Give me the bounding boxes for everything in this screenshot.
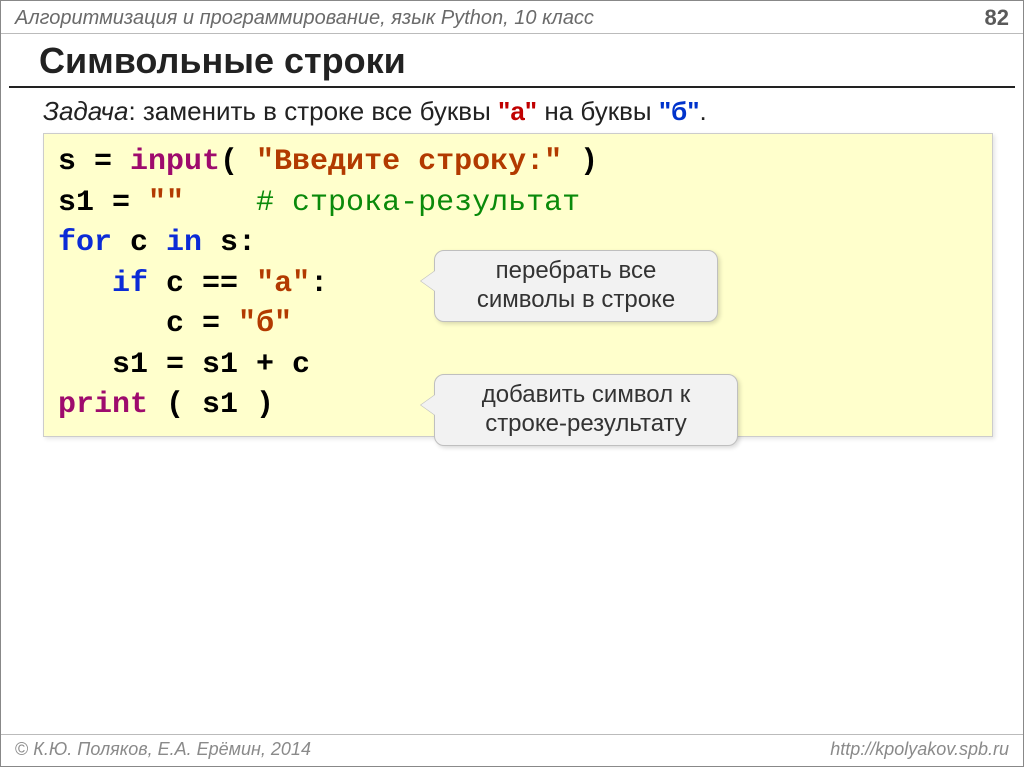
code-string: "а" — [256, 267, 310, 301]
task-label: Задача — [43, 96, 128, 126]
task-letter-a: "а" — [498, 96, 537, 126]
code-text: ( s1 ) — [148, 388, 274, 422]
code-indent — [58, 267, 112, 301]
code-text — [184, 186, 256, 220]
code-text: ( — [220, 145, 256, 179]
code-keyword: in — [166, 226, 202, 260]
code-text: ) — [562, 145, 598, 179]
code-string: "" — [148, 186, 184, 220]
callout-append: добавить символ к строке-результату — [434, 374, 738, 446]
code-builtin: print — [58, 388, 148, 422]
code-string: "б" — [238, 307, 292, 341]
code-text: c — [112, 226, 166, 260]
code-block: s = input( "Введите строку:" ) s1 = "" #… — [43, 133, 993, 437]
code-indent — [58, 307, 166, 341]
footer-copyright: К.Ю. Поляков, Е.А. Ерёмин, 2014 — [15, 739, 311, 760]
footer-bar: К.Ю. Поляков, Е.А. Ерёмин, 2014 http://k… — [1, 734, 1023, 766]
page-number: 82 — [985, 5, 1009, 31]
code-text: s = — [58, 145, 130, 179]
slide: Алгоритмизация и программирование, язык … — [0, 0, 1024, 767]
code-builtin: input — [130, 145, 220, 179]
course-title: Алгоритмизация и программирование, язык … — [15, 7, 594, 30]
code-text: c == — [148, 267, 256, 301]
callout-iterate: перебрать все символы в строке — [434, 250, 718, 322]
code-keyword: if — [112, 267, 148, 301]
code-comment: # строка-результат — [256, 186, 580, 220]
code-keyword: for — [58, 226, 112, 260]
task-statement: Задача: заменить в строке все буквы "а" … — [1, 94, 1023, 133]
code-text: s1 = s1 + c — [112, 348, 310, 382]
code-text: s: — [202, 226, 256, 260]
code-text: s1 = — [58, 186, 148, 220]
task-text-3: . — [700, 96, 707, 126]
code-text: : — [310, 267, 328, 301]
code-text: c = — [166, 307, 238, 341]
code-line-2: s1 = "" # строка-результат — [58, 183, 978, 224]
footer-url: http://kpolyakov.spb.ru — [830, 739, 1009, 760]
task-letter-b: "б" — [659, 96, 700, 126]
task-text-2: на буквы — [537, 96, 659, 126]
task-text-1: : заменить в строке все буквы — [128, 96, 498, 126]
code-indent — [58, 348, 112, 382]
code-line-1: s = input( "Введите строку:" ) — [58, 142, 978, 183]
header-bar: Алгоритмизация и программирование, язык … — [1, 1, 1023, 34]
code-string: "Введите строку:" — [256, 145, 562, 179]
page-title: Символьные строки — [9, 34, 1015, 88]
